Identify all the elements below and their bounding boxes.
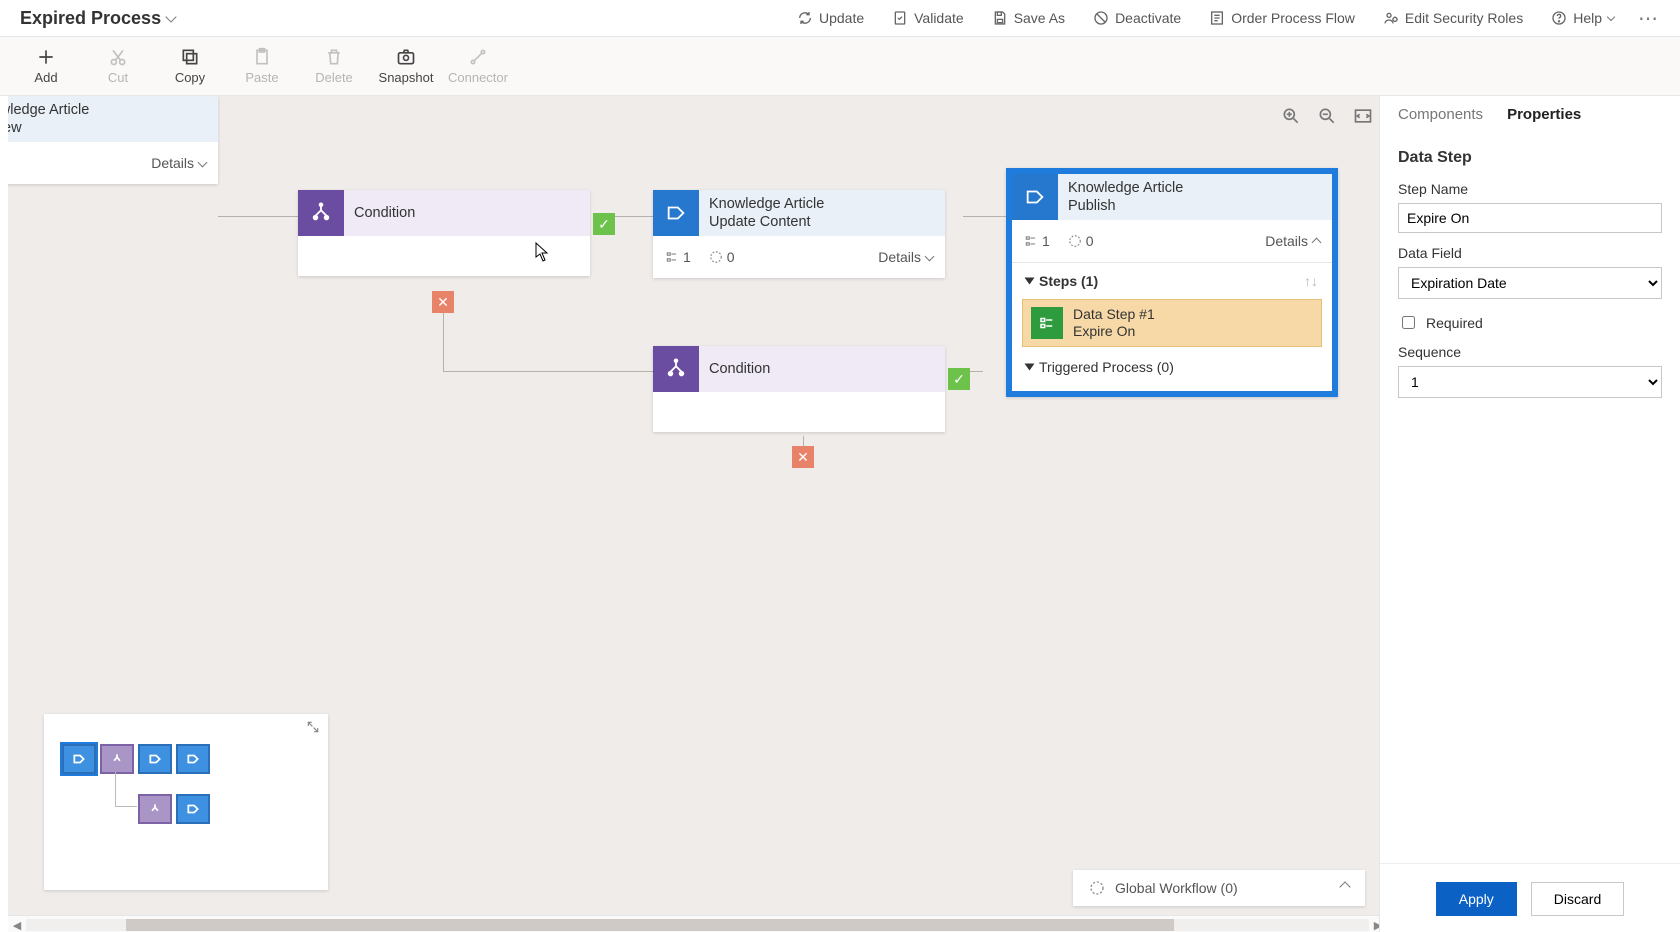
triangle-icon: [1025, 364, 1035, 371]
deactivate-button[interactable]: Deactivate: [1079, 0, 1195, 36]
minimap-node[interactable]: [62, 744, 96, 774]
horizontal-scrollbar[interactable]: ◀ ▶: [8, 915, 1387, 932]
data-field-select[interactable]: Expiration Date: [1398, 267, 1662, 299]
order-process-flow-button[interactable]: Order Process Flow: [1195, 0, 1369, 36]
minimap[interactable]: [44, 714, 328, 890]
steps-count: 1: [1024, 233, 1050, 249]
snapshot-button[interactable]: Snapshot: [370, 37, 442, 95]
connector-line: [443, 371, 653, 372]
minimap-node[interactable]: [100, 744, 134, 774]
more-button[interactable]: ⋯: [1628, 6, 1670, 31]
connector-button: Connector: [442, 37, 514, 95]
condition-icon: [653, 346, 699, 392]
stage-node-publish[interactable]: Knowledge Article Publish 1 0 Detail: [1006, 168, 1338, 397]
save-as-button[interactable]: Save As: [978, 0, 1079, 36]
sequence-label: Sequence: [1398, 344, 1662, 360]
cut-button: Cut: [82, 37, 154, 95]
global-workflow-toggle[interactable]: Global Workflow (0): [1073, 870, 1365, 906]
main-area: Knowledge Article Review 0 Details: [0, 96, 1680, 932]
minimap-node[interactable]: [138, 794, 172, 824]
stage-icon: [1012, 174, 1058, 220]
action-bar: Add Cut Copy Paste Delete Snapshot Conne…: [0, 37, 1680, 96]
validate-button[interactable]: Validate: [878, 0, 978, 36]
copy-button[interactable]: Copy: [154, 37, 226, 95]
reorder-arrows-icon[interactable]: ↑↓: [1304, 273, 1318, 289]
panel-heading: Data Step: [1398, 149, 1662, 167]
minimap-node[interactable]: [176, 744, 210, 774]
condition-true-icon: ✓: [948, 368, 970, 390]
edit-security-roles-button[interactable]: Edit Security Roles: [1369, 0, 1537, 36]
canvas[interactable]: Knowledge Article Review 0 Details: [8, 96, 1387, 932]
chevron-down-icon: [1607, 13, 1615, 21]
mouse-cursor-icon: [535, 242, 549, 262]
apply-button[interactable]: Apply: [1436, 882, 1517, 916]
tab-properties[interactable]: Properties: [1507, 106, 1581, 131]
minimap-node[interactable]: [138, 744, 172, 774]
sequence-select[interactable]: 1: [1398, 366, 1662, 398]
help-button[interactable]: Help: [1537, 0, 1628, 36]
duration-count: 0: [1068, 233, 1094, 249]
data-step-row[interactable]: Data Step #1 Expire On: [1022, 299, 1322, 347]
tab-components[interactable]: Components: [1398, 106, 1483, 131]
data-field-label: Data Field: [1398, 245, 1662, 261]
details-panel: Steps (1) ↑↓ Data Step #1 Expire On Trig…: [1012, 262, 1332, 391]
condition-false-icon: ✕: [432, 291, 454, 313]
canvas-tools: [1281, 106, 1373, 129]
condition-node-1[interactable]: Condition: [298, 190, 590, 276]
properties-panel: Components Properties Data Step Step Nam…: [1379, 96, 1680, 932]
duration-count: 0: [709, 249, 735, 265]
triangle-icon: [1025, 278, 1035, 285]
page-title[interactable]: Expired Process: [20, 8, 175, 29]
stage-icon: [653, 190, 699, 236]
stage-node-review[interactable]: Knowledge Article Review 0 Details: [8, 96, 218, 184]
data-step-icon: [1031, 307, 1063, 339]
connector-line: [218, 216, 298, 217]
zoom-out-icon[interactable]: [1317, 106, 1337, 129]
minimap-node[interactable]: [176, 794, 210, 824]
step-name-label: Step Name: [1398, 181, 1662, 197]
page-title-text: Expired Process: [20, 8, 161, 29]
details-toggle[interactable]: Details: [878, 249, 933, 265]
chevron-down-icon: [165, 11, 176, 22]
scroll-left-icon[interactable]: ◀: [8, 919, 26, 932]
condition-false-icon: ✕: [792, 446, 814, 468]
delete-button: Delete: [298, 37, 370, 95]
top-bar: Expired Process Update Validate Save As …: [0, 0, 1680, 37]
scrollbar-thumb[interactable]: [126, 919, 1174, 931]
required-checkbox[interactable]: Required: [1398, 313, 1662, 332]
condition-icon: [298, 190, 344, 236]
details-toggle[interactable]: Details: [1265, 233, 1320, 249]
add-button[interactable]: Add: [10, 37, 82, 95]
connector-line: [963, 216, 1008, 217]
step-name-input[interactable]: [1398, 203, 1662, 233]
expand-icon[interactable]: [306, 720, 320, 737]
discard-button[interactable]: Discard: [1531, 882, 1624, 916]
steps-count: 1: [665, 249, 691, 265]
stage-node-update[interactable]: Knowledge Article Update Content 1 0: [653, 190, 945, 278]
condition-node-2[interactable]: Condition: [653, 346, 945, 432]
condition-true-icon: ✓: [593, 213, 615, 235]
details-toggle[interactable]: Details: [151, 155, 206, 171]
fit-screen-icon[interactable]: [1353, 106, 1373, 129]
zoom-in-icon[interactable]: [1281, 106, 1301, 129]
chevron-up-icon: [1339, 881, 1350, 892]
update-button[interactable]: Update: [783, 0, 878, 36]
paste-button: Paste: [226, 37, 298, 95]
